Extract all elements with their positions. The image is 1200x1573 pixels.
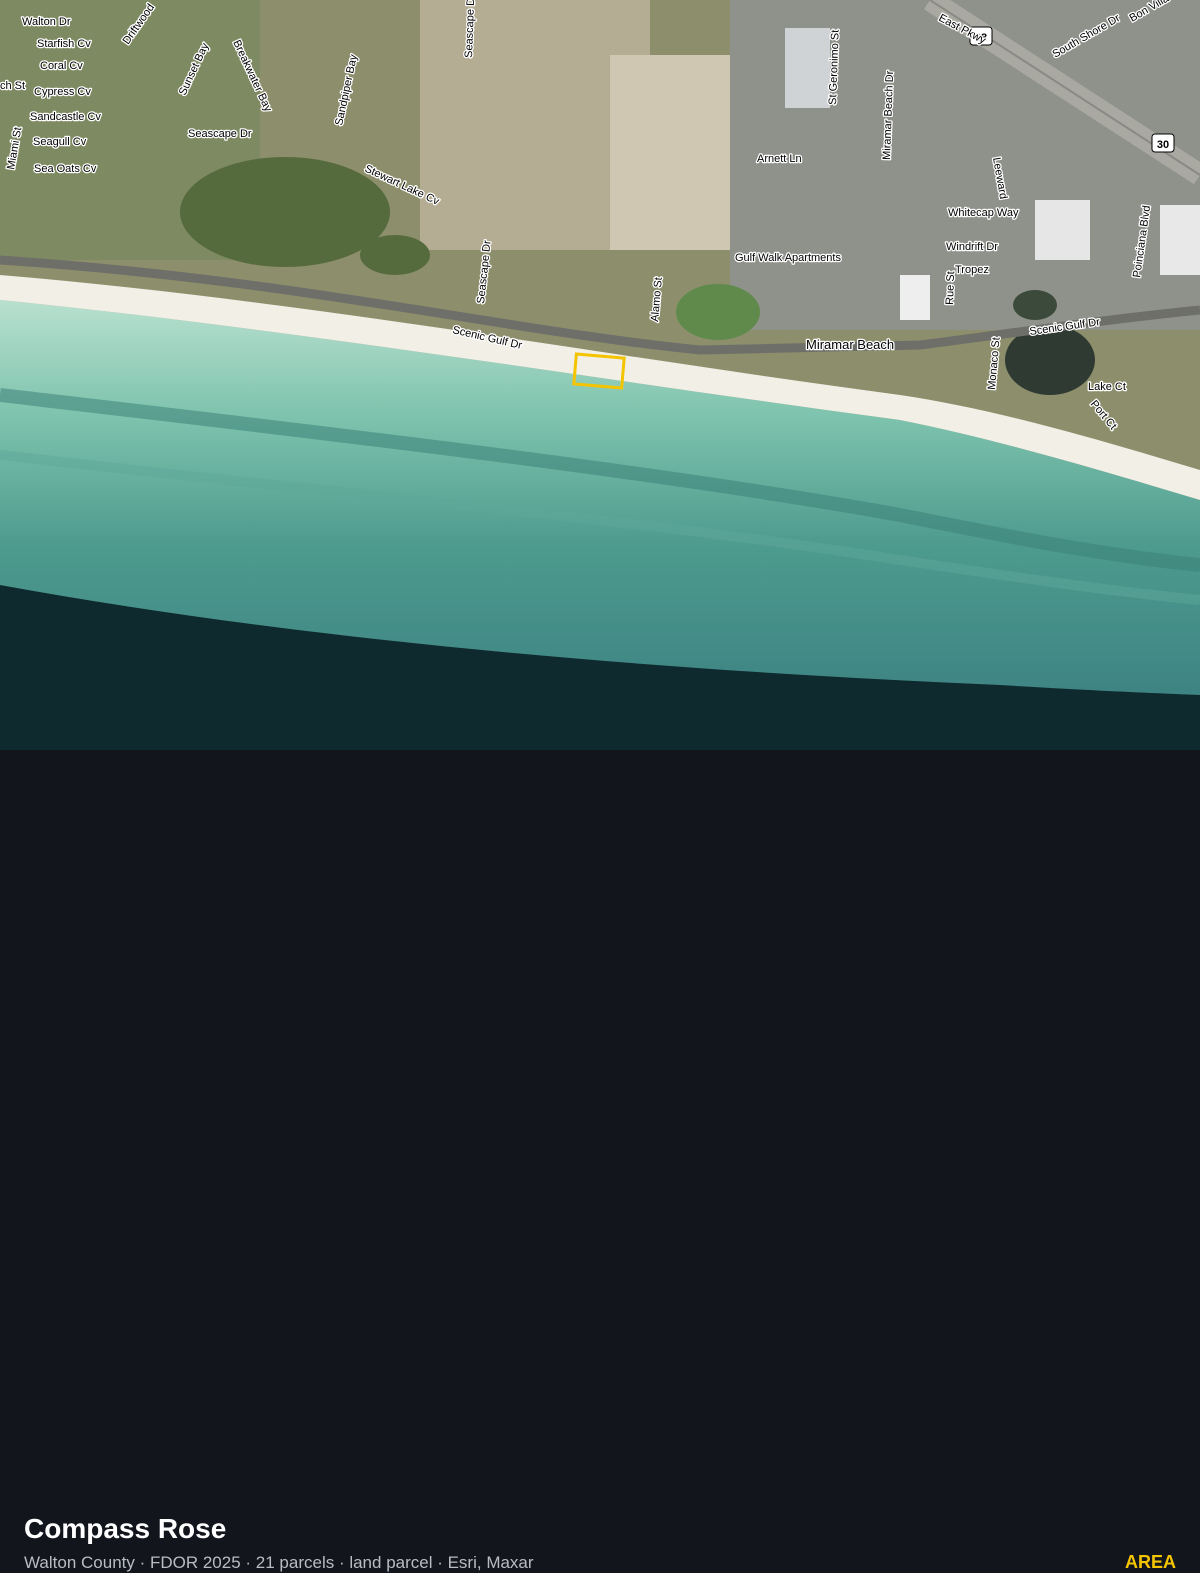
tropez-label: Tropez [955, 264, 989, 276]
parcel-title: Compass Rose [24, 1513, 227, 1544]
map-canvas[interactable]: 98 30 Walton Dr Starfish Cv Coral Cv Cyp… [0, 0, 1200, 750]
lake-cove [360, 235, 430, 275]
sea-oats-cv-label: Sea Oats Cv [34, 163, 97, 175]
gulf-walk-apartments-label: Gulf Walk Apartments [735, 252, 841, 264]
svg-text:30: 30 [1157, 139, 1169, 151]
lake-ct-label: Lake Ct [1088, 381, 1126, 393]
rue-st-label: Rue St [944, 271, 957, 305]
walton-dr-label: Walton Dr [22, 16, 71, 28]
resort-building [900, 275, 930, 320]
whitecap-way-label: Whitecap Way [948, 207, 1019, 219]
seascape-dr-west-label: Seascape Dr [188, 128, 252, 140]
building-rows [785, 28, 830, 108]
cypress-cv-label: Cypress Cv [34, 86, 91, 98]
miramar-beach-label: Miramar Beach [806, 337, 894, 352]
arnett-ln-label: Arnett Ln [757, 153, 802, 165]
seascape-dr-north-label: Seascape Dr [463, 0, 477, 58]
info-footer: Compass Rose Walton County · FDOR 2025 ·… [0, 750, 1200, 1572]
coral-cv-label: Coral Cv [40, 60, 83, 72]
route-30-shield: 30 [1151, 133, 1175, 153]
stewart-lake [180, 157, 390, 267]
area-badge: AREA [1124, 1552, 1176, 1572]
sandcastle-cv-label: Sandcastle Cv [30, 111, 101, 123]
commercial-building-east [1160, 205, 1200, 275]
sand-lots [610, 55, 730, 250]
ch-st-label: ch St [0, 80, 25, 92]
small-pond [1013, 290, 1057, 320]
parcel-subtitle: Walton County · FDOR 2025 · 21 parcels ·… [24, 1553, 534, 1572]
windrift-dr-label: Windrift Dr [946, 241, 998, 253]
commercial-building [1035, 200, 1090, 260]
seagull-cv-label: Seagull Cv [33, 136, 87, 148]
starfish-cv-label: Starfish Cv [37, 38, 91, 50]
courtyard-green [676, 284, 760, 340]
satellite-map[interactable]: 98 30 Walton Dr Starfish Cv Coral Cv Cyp… [0, 0, 1200, 750]
